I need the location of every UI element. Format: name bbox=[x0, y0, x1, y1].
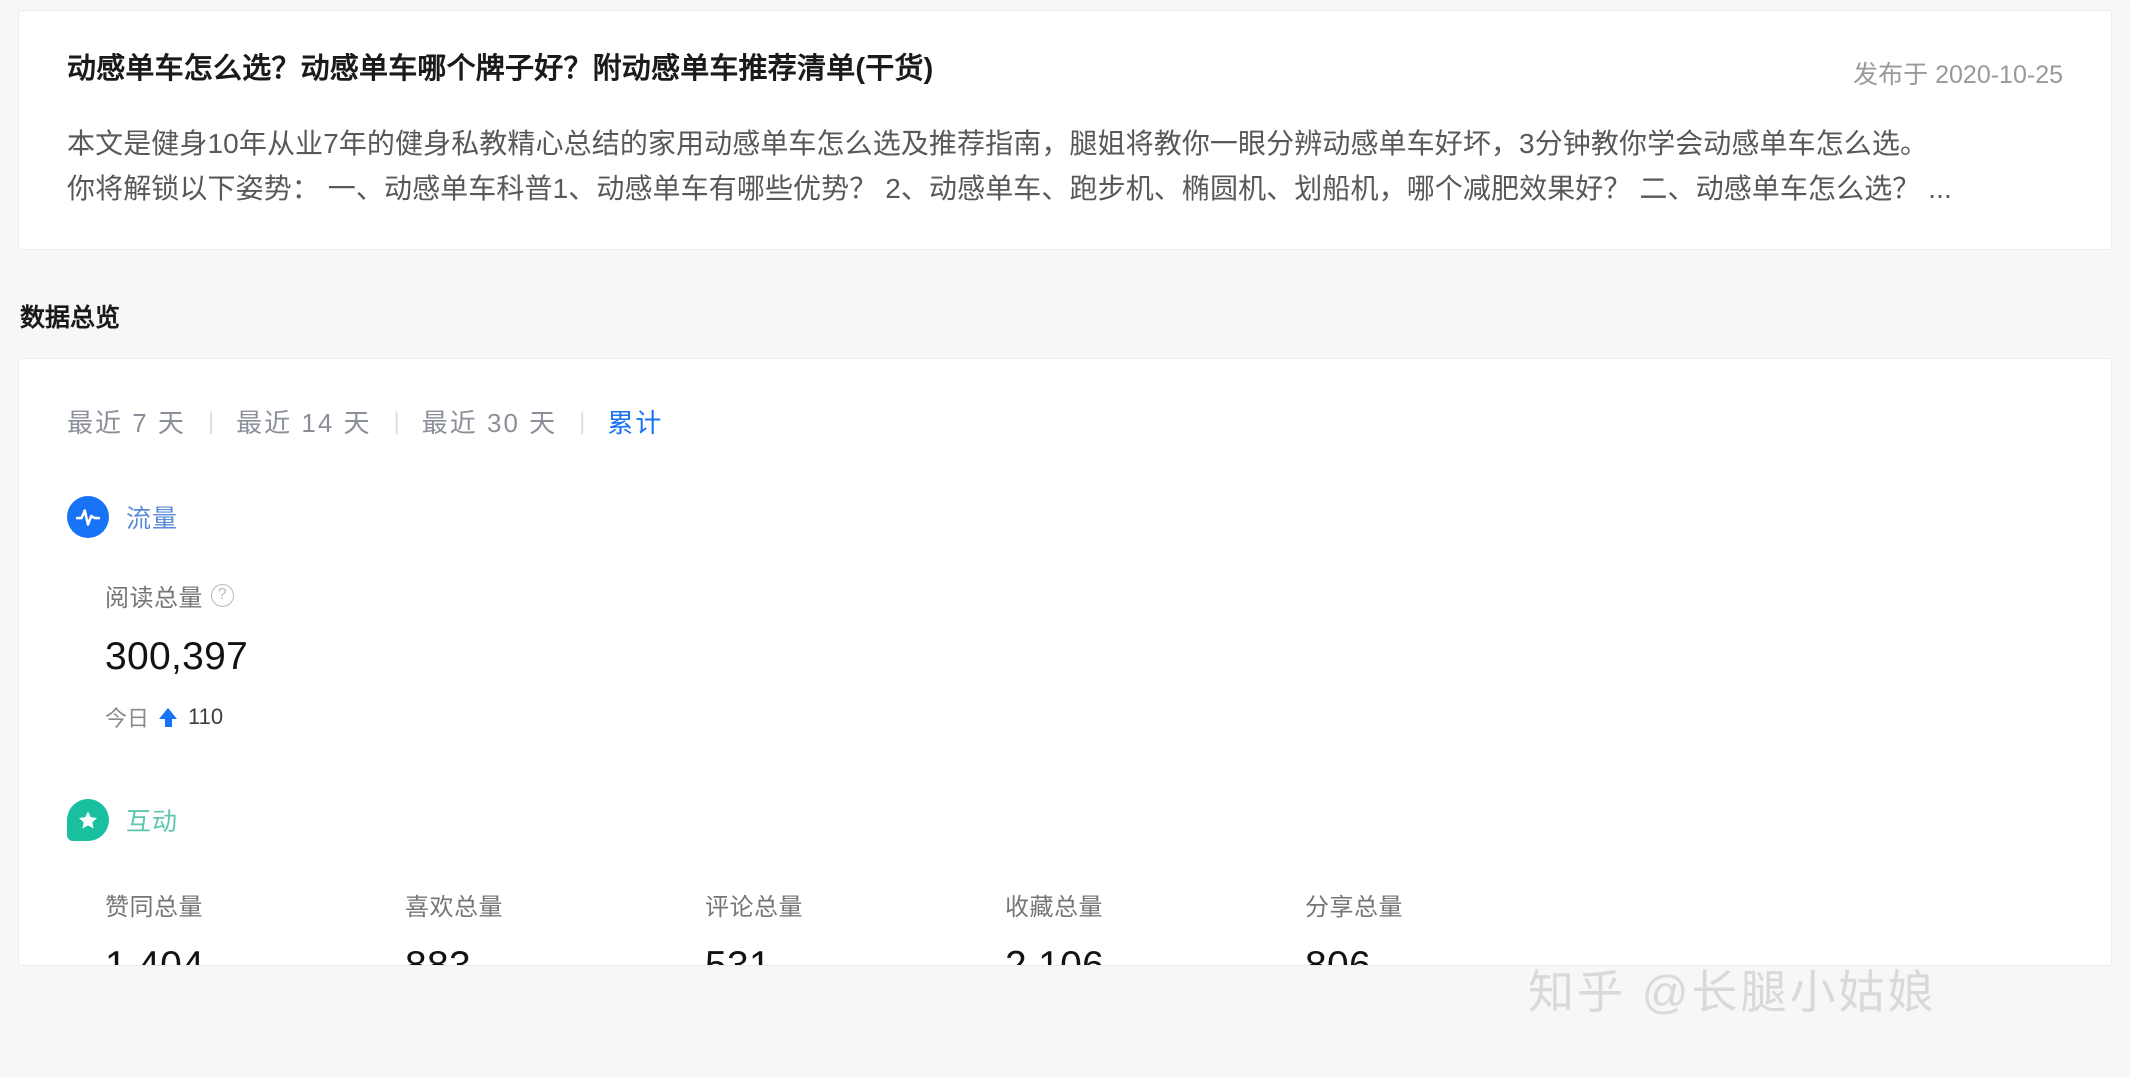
help-icon[interactable]: ? bbox=[211, 584, 234, 607]
metric-label-text: 阅读总量 bbox=[105, 585, 203, 612]
tab-cumulative[interactable]: 累计 bbox=[607, 403, 663, 440]
pulse-icon bbox=[67, 496, 109, 538]
interaction-metrics-row: 赞同总量 1,404 喜欢总量 883 评论总量 531 收藏总量 2,106 … bbox=[67, 887, 2063, 966]
metric-total-likes: 喜欢总量 883 bbox=[405, 887, 705, 966]
article-publish-date: 发布于 2020-10-25 bbox=[1853, 61, 2063, 89]
metric-total-comments: 评论总量 531 bbox=[705, 887, 1005, 966]
metric-value-total-shares: 806 bbox=[1305, 944, 1371, 966]
article-title[interactable]: 动感单车怎么选？动感单车哪个牌子好？附动感单车推荐清单(干货) bbox=[67, 51, 934, 89]
metric-label-text: 收藏总量 bbox=[1005, 894, 1103, 921]
metric-today-delta: 今日 110 bbox=[105, 701, 405, 733]
metric-value-total-favorites: 2,106 bbox=[1005, 944, 1105, 966]
today-label: 今日 bbox=[105, 706, 150, 731]
tab-separator: | bbox=[579, 407, 586, 435]
arrow-up-icon bbox=[159, 707, 178, 727]
tab-separator: | bbox=[393, 407, 400, 435]
article-card: 动感单车怎么选？动感单车哪个牌子好？附动感单车推荐清单(干货) 发布于 2020… bbox=[18, 10, 2112, 250]
metric-label-wrapper: 评论总量 bbox=[705, 887, 1005, 922]
star-bubble-icon bbox=[67, 799, 109, 841]
metric-total-shares: 分享总量 806 bbox=[1305, 887, 1605, 966]
metric-value-total-comments: 531 bbox=[705, 944, 771, 966]
data-overview-card: 最近 7 天 | 最近 14 天 | 最近 30 天 | 累计 流量 阅读总量 … bbox=[18, 358, 2112, 966]
page-title: 数据总览 bbox=[20, 304, 121, 332]
metric-label-text: 赞同总量 bbox=[105, 894, 203, 921]
today-delta-value: 110 bbox=[188, 704, 224, 729]
metric-value-total-likes: 883 bbox=[405, 944, 471, 966]
interaction-group-header: 互动 bbox=[67, 799, 2063, 841]
article-header: 动感单车怎么选？动感单车哪个牌子好？附动感单车推荐清单(干货) 发布于 2020… bbox=[67, 51, 2063, 91]
metric-label-wrapper: 阅读总量 ? bbox=[105, 578, 405, 613]
metric-label-wrapper: 赞同总量 bbox=[105, 887, 405, 922]
metric-label-text: 分享总量 bbox=[1305, 894, 1403, 921]
interaction-group: 互动 赞同总量 1,404 喜欢总量 883 评论总量 531 收藏总量 2,1… bbox=[67, 799, 2063, 966]
tab-separator: | bbox=[207, 407, 215, 435]
metric-label-text: 喜欢总量 bbox=[405, 894, 503, 921]
interaction-group-label: 互动 bbox=[126, 808, 179, 836]
metric-value-total-upvotes: 1,404 bbox=[105, 944, 205, 966]
metric-label-wrapper: 分享总量 bbox=[1305, 887, 1605, 922]
traffic-group-label: 流量 bbox=[126, 505, 179, 533]
article-summary-line-1: 本文是健身10年从业7年的健身私教精心总结的家用动感单车怎么选及推荐指南，腿姐将… bbox=[67, 128, 1929, 159]
traffic-metrics-row: 阅读总量 ? 300,397 今日 110 bbox=[67, 578, 2063, 733]
article-summary-line-2: 你将解锁以下姿势： 一、动感单车科普1、动感单车有哪些优势？ 2、动感单车、跑步… bbox=[67, 173, 1952, 205]
article-summary: 本文是健身10年从业7年的健身私教精心总结的家用动感单车怎么选及推荐指南，腿姐将… bbox=[67, 121, 2063, 212]
metric-total-reads: 阅读总量 ? 300,397 今日 110 bbox=[105, 578, 405, 733]
page-root: 动感单车怎么选？动感单车哪个牌子好？附动感单车推荐清单(干货) 发布于 2020… bbox=[0, 10, 2130, 1078]
metric-total-upvotes: 赞同总量 1,404 bbox=[105, 887, 405, 966]
tab-last-7-days[interactable]: 最近 7 天 bbox=[67, 403, 186, 440]
metric-total-favorites: 收藏总量 2,106 bbox=[1005, 887, 1305, 966]
traffic-group-header: 流量 bbox=[67, 496, 2063, 538]
metric-label-text: 评论总量 bbox=[705, 894, 803, 921]
tab-last-14-days[interactable]: 最近 14 天 bbox=[236, 403, 371, 440]
tab-last-30-days[interactable]: 最近 30 天 bbox=[422, 403, 557, 440]
date-range-tabs: 最近 7 天 | 最近 14 天 | 最近 30 天 | 累计 bbox=[67, 403, 2063, 440]
metric-label-wrapper: 收藏总量 bbox=[1005, 887, 1305, 922]
metric-label-wrapper: 喜欢总量 bbox=[405, 887, 705, 922]
metric-value-total-reads: 300,397 bbox=[105, 635, 249, 678]
